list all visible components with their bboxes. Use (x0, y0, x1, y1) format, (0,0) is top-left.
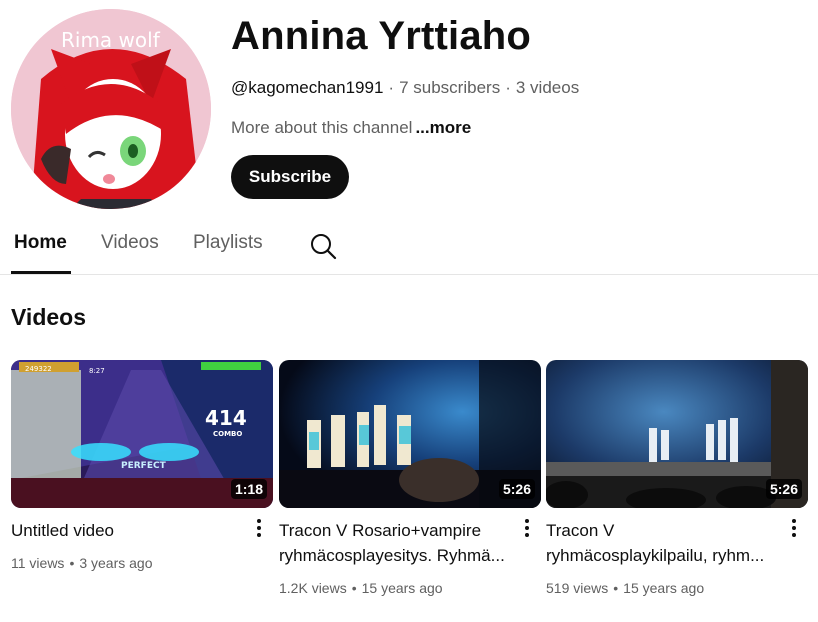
video-thumbnail[interactable]: 249322 8:27 414 COMBO PERFECT 1:18 (11, 360, 273, 508)
video-count: 3 videos (515, 78, 580, 97)
video-card[interactable]: 249322 8:27 414 COMBO PERFECT 1:18 Untit… (11, 360, 273, 571)
about-text: More about this channel (231, 118, 413, 137)
video-stats: 1.2K views • 15 years ago (279, 580, 443, 596)
video-duration: 5:26 (498, 479, 535, 499)
tab-home[interactable]: Home (14, 232, 67, 254)
tab-playlists[interactable]: Playlists (193, 232, 263, 254)
video-title[interactable]: Tracon V ryhmäcosplaykilpailu, ryhm... (546, 518, 778, 568)
svg-text:249322: 249322 (25, 365, 52, 373)
more-link[interactable]: ...more (415, 118, 471, 137)
view-count: 1.2K views (279, 580, 347, 596)
video-duration: 5:26 (765, 479, 802, 499)
meta-separator: · (505, 78, 511, 97)
video-thumbnail[interactable]: 5:26 (546, 360, 808, 508)
tab-videos[interactable]: Videos (101, 232, 159, 254)
meta-separator: · (388, 78, 395, 97)
more-actions-icon[interactable] (251, 516, 267, 542)
channel-meta: @kagomechan1991 · 7 subscribers · 3 videos (231, 78, 579, 98)
avatar-watermark: Rima wolf (61, 28, 161, 52)
svg-text:COMBO: COMBO (213, 430, 242, 438)
video-thumbnail[interactable]: 5:26 (279, 360, 541, 508)
subscriber-count: 7 subscribers (399, 78, 501, 97)
channel-handle: @kagomechan1991 (231, 78, 384, 97)
video-title[interactable]: Tracon V Rosario+vampire ryhmäcosplayesi… (279, 518, 511, 568)
section-title: Videos (11, 304, 86, 330)
search-icon[interactable] (309, 232, 337, 260)
channel-tabs: Home Videos Playlists (0, 222, 818, 275)
video-title[interactable]: Untitled video (11, 518, 243, 543)
upload-age: 15 years ago (361, 580, 443, 596)
video-card[interactable]: 5:26 Tracon V ryhmäcosplaykilpailu, ryhm… (546, 360, 808, 596)
video-stats: 519 views • 15 years ago (546, 580, 705, 596)
upload-age: 3 years ago (79, 555, 153, 571)
video-card[interactable]: 5:26 Tracon V Rosario+vampire ryhmäcospl… (279, 360, 541, 596)
svg-text:414: 414 (205, 406, 247, 430)
channel-avatar[interactable]: Rima wolf (11, 9, 211, 209)
view-count: 519 views (546, 580, 609, 596)
active-tab-indicator (11, 271, 71, 274)
more-actions-icon[interactable] (519, 516, 535, 542)
video-stats: 11 views • 3 years ago (11, 555, 153, 571)
svg-text:PERFECT: PERFECT (121, 461, 167, 471)
upload-age: 15 years ago (623, 580, 705, 596)
svg-text:8:27: 8:27 (89, 367, 105, 375)
channel-about[interactable]: More about this channel ...more (231, 118, 471, 138)
channel-name: Annina Yrttiaho (231, 14, 532, 58)
view-count: 11 views (11, 555, 65, 571)
avatar-illustration: Rima wolf (11, 9, 211, 209)
more-actions-icon[interactable] (786, 516, 802, 542)
subscribe-button[interactable]: Subscribe (231, 155, 349, 199)
video-duration: 1:18 (230, 479, 267, 499)
